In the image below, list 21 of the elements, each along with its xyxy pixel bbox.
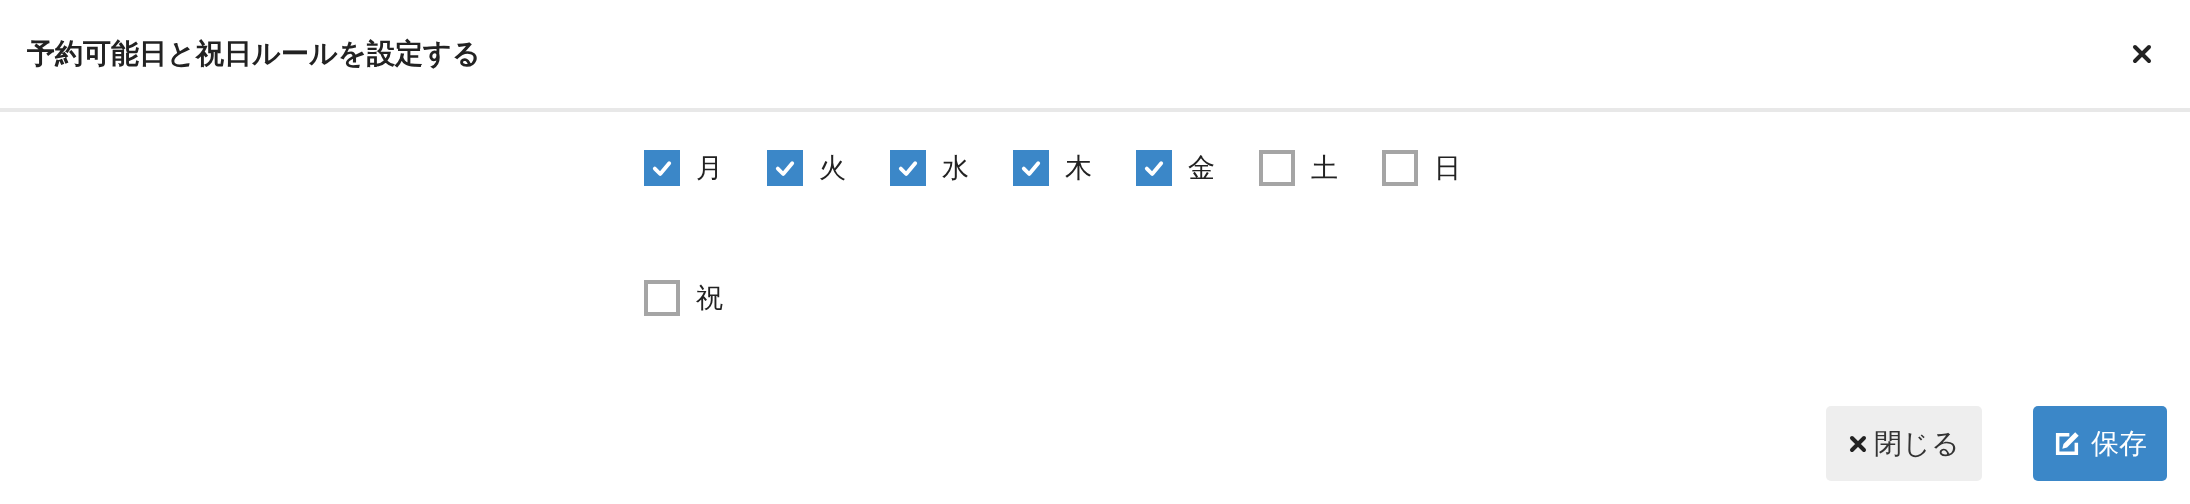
checkbox[interactable] bbox=[1382, 150, 1418, 186]
checkbox-label: 祝 bbox=[696, 281, 723, 315]
close-icon[interactable] bbox=[2132, 44, 2152, 64]
checkbox[interactable] bbox=[890, 150, 926, 186]
checkbox-label: 水 bbox=[942, 151, 969, 185]
checkbox[interactable] bbox=[1259, 150, 1295, 186]
checkbox[interactable] bbox=[767, 150, 803, 186]
checkbox-label: 木 bbox=[1065, 151, 1092, 185]
checkbox-label: 日 bbox=[1434, 151, 1461, 185]
checkbox-label: 土 bbox=[1311, 151, 1338, 185]
checkbox-label: 火 bbox=[819, 151, 846, 185]
checkbox[interactable] bbox=[1136, 150, 1172, 186]
checkbox[interactable] bbox=[644, 280, 680, 316]
checkbox[interactable] bbox=[1013, 150, 1049, 186]
checkbox-label: 金 bbox=[1188, 151, 1215, 185]
checkbox[interactable] bbox=[644, 150, 680, 186]
close-button[interactable]: 閉じる bbox=[1826, 406, 1982, 481]
checkbox-label: 月 bbox=[696, 151, 723, 185]
save-button[interactable]: 保存 bbox=[2033, 406, 2167, 481]
dialog-title: 予約可能日と祝日ルールを設定する bbox=[27, 36, 481, 72]
close-icon bbox=[1848, 433, 1868, 454]
